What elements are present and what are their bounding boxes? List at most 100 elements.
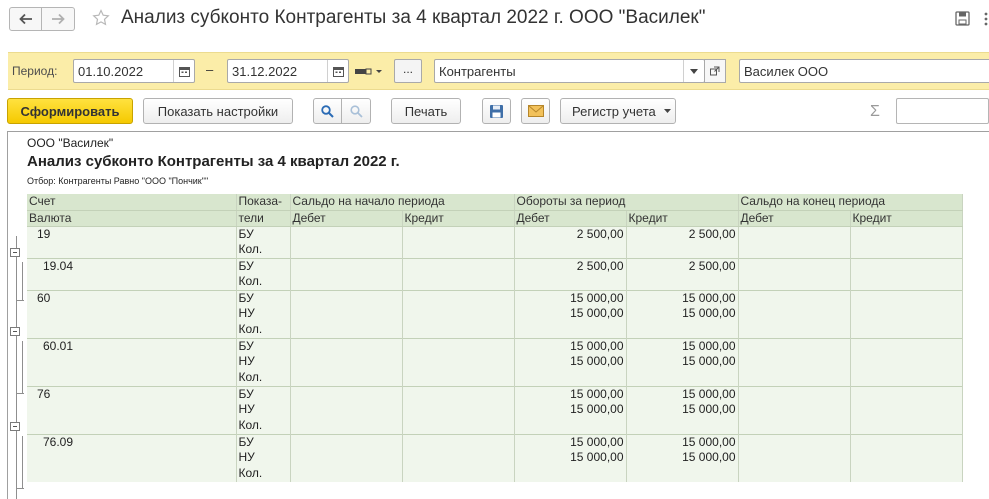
calendar-icon[interactable] bbox=[173, 60, 194, 82]
table-row[interactable]: Кол. bbox=[27, 466, 963, 482]
cell-account[interactable]: 60.01 bbox=[27, 337, 237, 354]
cell-indicator[interactable]: Кол. bbox=[236, 274, 291, 290]
cell-turnover-debit[interactable] bbox=[514, 370, 627, 386]
cell-opening-credit[interactable] bbox=[402, 226, 515, 242]
cell-account[interactable] bbox=[27, 402, 237, 418]
collapse-group-60-icon[interactable] bbox=[10, 327, 20, 336]
cell-turnover-debit[interactable]: 15 000,00 bbox=[514, 354, 627, 370]
cell-turnover-debit[interactable] bbox=[514, 274, 627, 290]
cell-turnover-credit[interactable]: 15 000,00 bbox=[626, 385, 739, 402]
cell-closing-debit[interactable] bbox=[738, 274, 851, 290]
table-row[interactable]: 76 БУ 15 000,00 15 000,00 bbox=[27, 385, 963, 402]
date-from-field[interactable]: 01.10.2022 bbox=[73, 59, 195, 83]
cell-closing-debit[interactable] bbox=[738, 450, 851, 466]
show-settings-button[interactable]: Показать настройки bbox=[143, 98, 293, 124]
table-row[interactable]: Кол. bbox=[27, 242, 963, 258]
cell-indicator[interactable]: БУ bbox=[236, 289, 291, 306]
cell-account[interactable] bbox=[27, 242, 237, 258]
print-button[interactable]: Печать bbox=[391, 98, 461, 124]
table-row[interactable]: Кол. bbox=[27, 370, 963, 386]
cell-closing-debit[interactable] bbox=[738, 385, 851, 402]
cell-turnover-credit[interactable] bbox=[626, 370, 739, 386]
forward-button[interactable] bbox=[42, 7, 75, 31]
cell-account[interactable] bbox=[27, 354, 237, 370]
cell-closing-debit[interactable] bbox=[738, 370, 851, 386]
save-report-button[interactable] bbox=[482, 98, 511, 124]
cell-indicator[interactable]: БУ bbox=[236, 385, 291, 402]
cell-turnover-credit[interactable]: 15 000,00 bbox=[626, 450, 739, 466]
cell-closing-credit[interactable] bbox=[850, 370, 963, 386]
cell-indicator[interactable]: БУ bbox=[236, 226, 291, 242]
more-icon[interactable] bbox=[983, 12, 989, 26]
cell-turnover-debit[interactable]: 15 000,00 bbox=[514, 337, 627, 354]
cell-closing-credit[interactable] bbox=[850, 402, 963, 418]
cell-turnover-debit[interactable]: 15 000,00 bbox=[514, 289, 627, 306]
generate-button[interactable]: Сформировать bbox=[7, 98, 133, 124]
collapse-group-19-icon[interactable] bbox=[10, 248, 20, 257]
cell-account[interactable]: 60 bbox=[27, 289, 237, 306]
cell-turnover-credit[interactable]: 15 000,00 bbox=[626, 433, 739, 450]
favorite-star-icon[interactable] bbox=[92, 9, 110, 27]
cell-account[interactable] bbox=[27, 370, 237, 386]
cell-closing-credit[interactable] bbox=[850, 226, 963, 242]
cell-opening-debit[interactable] bbox=[290, 322, 403, 338]
cell-turnover-debit[interactable]: 15 000,00 bbox=[514, 385, 627, 402]
cell-opening-credit[interactable] bbox=[402, 354, 515, 370]
cell-closing-debit[interactable] bbox=[738, 242, 851, 258]
cell-account[interactable] bbox=[27, 322, 237, 338]
cell-account[interactable] bbox=[27, 306, 237, 322]
cell-opening-credit[interactable] bbox=[402, 322, 515, 338]
cell-closing-credit[interactable] bbox=[850, 257, 963, 274]
cell-closing-credit[interactable] bbox=[850, 289, 963, 306]
cell-turnover-credit[interactable] bbox=[626, 274, 739, 290]
cell-turnover-credit[interactable]: 15 000,00 bbox=[626, 306, 739, 322]
cell-closing-debit[interactable] bbox=[738, 322, 851, 338]
cell-opening-debit[interactable] bbox=[290, 385, 403, 402]
report-area[interactable]: ООО "Василек" Анализ субконто Контрагент… bbox=[7, 131, 989, 499]
cell-closing-credit[interactable] bbox=[850, 354, 963, 370]
cell-account[interactable] bbox=[27, 466, 237, 482]
cell-turnover-credit[interactable]: 15 000,00 bbox=[626, 337, 739, 354]
cell-opening-credit[interactable] bbox=[402, 274, 515, 290]
cell-opening-debit[interactable] bbox=[290, 306, 403, 322]
cell-closing-debit[interactable] bbox=[738, 226, 851, 242]
cell-turnover-debit[interactable] bbox=[514, 466, 627, 482]
cell-opening-credit[interactable] bbox=[402, 433, 515, 450]
table-row[interactable]: Кол. bbox=[27, 418, 963, 434]
back-button[interactable] bbox=[9, 7, 42, 31]
cell-turnover-debit[interactable]: 2 500,00 bbox=[514, 226, 627, 242]
send-email-button[interactable] bbox=[521, 98, 550, 124]
table-row[interactable]: 60 БУ 15 000,00 15 000,00 bbox=[27, 289, 963, 306]
cell-account[interactable]: 19.04 bbox=[27, 257, 237, 274]
cell-opening-credit[interactable] bbox=[402, 242, 515, 258]
cell-turnover-debit[interactable] bbox=[514, 322, 627, 338]
cell-indicator[interactable]: Кол. bbox=[236, 322, 291, 338]
cell-indicator[interactable]: БУ bbox=[236, 337, 291, 354]
cell-opening-debit[interactable] bbox=[290, 289, 403, 306]
cell-opening-debit[interactable] bbox=[290, 274, 403, 290]
cell-turnover-credit[interactable]: 15 000,00 bbox=[626, 289, 739, 306]
cell-turnover-credit[interactable]: 15 000,00 bbox=[626, 354, 739, 370]
cell-account[interactable] bbox=[27, 274, 237, 290]
chevron-down-icon[interactable] bbox=[683, 60, 704, 82]
table-row[interactable]: Кол. bbox=[27, 322, 963, 338]
save-icon[interactable] bbox=[955, 11, 970, 26]
cell-turnover-debit[interactable] bbox=[514, 418, 627, 434]
collapse-group-76-icon[interactable] bbox=[10, 422, 20, 431]
cell-closing-debit[interactable] bbox=[738, 402, 851, 418]
cell-indicator[interactable]: Кол. bbox=[236, 418, 291, 434]
cell-closing-credit[interactable] bbox=[850, 306, 963, 322]
period-select-button[interactable]: ... bbox=[394, 59, 422, 83]
table-row[interactable]: НУ 15 000,00 15 000,00 bbox=[27, 402, 963, 418]
cell-closing-debit[interactable] bbox=[738, 337, 851, 354]
cell-opening-debit[interactable] bbox=[290, 354, 403, 370]
cell-account[interactable]: 76.09 bbox=[27, 433, 237, 450]
cell-opening-debit[interactable] bbox=[290, 433, 403, 450]
cell-closing-credit[interactable] bbox=[850, 242, 963, 258]
cell-indicator[interactable]: НУ bbox=[236, 402, 291, 418]
cell-closing-debit[interactable] bbox=[738, 354, 851, 370]
cell-opening-debit[interactable] bbox=[290, 402, 403, 418]
cell-opening-credit[interactable] bbox=[402, 402, 515, 418]
search-button[interactable] bbox=[313, 98, 342, 124]
cell-closing-credit[interactable] bbox=[850, 274, 963, 290]
